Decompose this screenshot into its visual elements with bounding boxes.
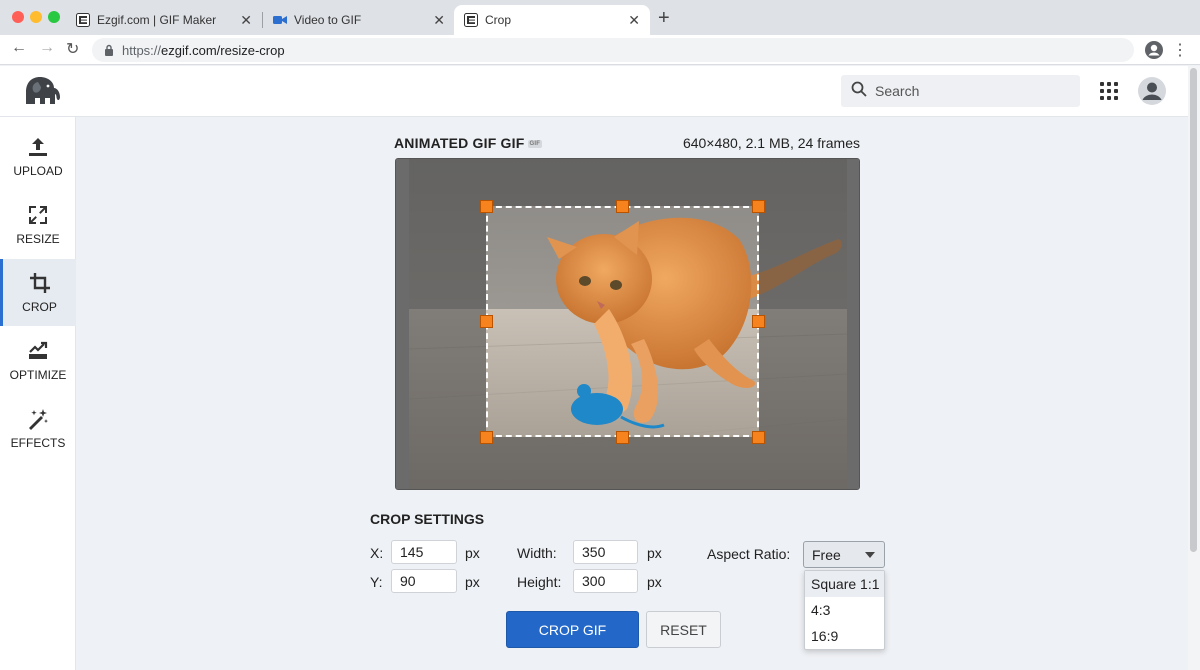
close-icon[interactable]: ✕ [628,12,640,29]
width-input[interactable] [573,540,638,564]
height-input[interactable] [573,569,638,593]
user-avatar-icon[interactable] [1137,76,1167,106]
crop-handle-top-left[interactable] [480,200,493,213]
browser-tab-video-to-gif[interactable]: Video to GIF ✕ [263,5,455,35]
sidebar-item-resize[interactable]: RESIZE [0,191,76,258]
upload-icon [26,135,50,159]
sidebar-item-label: EFFECTS [10,436,66,450]
aspect-option-16-9[interactable]: 16:9 [805,623,884,649]
resize-icon [26,203,50,227]
ezgif-favicon-icon [464,13,478,27]
crop-dim-overlay [759,206,859,437]
sidebar-item-optimize[interactable]: OPTIMIZE [0,327,76,394]
browser-menu-icon[interactable]: ⋮ [1172,40,1188,60]
aspect-ratio-label: Aspect Ratio: [707,546,791,562]
url-protocol: https:// [122,42,162,58]
tab-title: Ezgif.com | GIF Maker [97,13,217,27]
forward-arrow-icon[interactable]: → [39,39,55,57]
sidebar-item-label: CROP [22,300,57,314]
gif-badge: GIF [527,140,543,149]
browser-toolbar: ← → ↻ https://ezgif.com/resize-crop ⋮ [0,35,1200,65]
crop-handle-left[interactable] [480,315,493,328]
back-arrow-icon[interactable]: ← [11,39,27,57]
window-maximize-button[interactable] [48,11,60,23]
gif-preview-canvas[interactable] [395,158,860,490]
optimize-icon [26,339,50,363]
crop-selection-box[interactable] [486,206,759,437]
width-label: Width: [517,545,557,561]
height-label: Height: [517,574,562,590]
chevron-down-icon [865,552,875,558]
tool-sidebar: UPLOAD RESIZE CROP OPTIMIZE EFFECTS [0,117,76,670]
browser-profile-icon[interactable] [1144,40,1164,60]
address-bar[interactable]: https://ezgif.com/resize-crop [92,38,1134,62]
width-unit: px [647,545,662,561]
browser-tab-crop[interactable]: Crop ✕ [454,5,650,35]
sidebar-item-label: UPLOAD [13,164,63,178]
x-input[interactable] [391,540,457,564]
sidebar-item-crop[interactable]: CROP [0,259,76,326]
crop-gif-button[interactable]: CROP GIF [506,611,639,648]
search-box[interactable] [841,75,1080,107]
browser-tab-bar: Ezgif.com | GIF Maker ✕ Video to GIF ✕ C… [0,0,1200,35]
effects-icon [26,407,50,431]
y-label: Y: [370,574,383,590]
preview-title-text: ANIMATED GIF GIF [394,135,525,151]
aspect-ratio-value: Free [812,546,841,563]
sidebar-item-label: OPTIMIZE [9,368,67,382]
crop-handle-bottom[interactable] [616,431,629,444]
aspect-ratio-select[interactable]: Free [803,541,885,568]
video-favicon-icon [273,13,287,27]
aspect-option-4-3[interactable]: 4:3 [805,597,884,623]
window-close-button[interactable] [12,11,24,23]
crop-handle-bottom-left[interactable] [480,431,493,444]
crop-settings-title: CROP SETTINGS [370,511,485,527]
x-label: X: [370,545,384,561]
preview-title: ANIMATED GIF GIF GIF [394,135,543,151]
aspect-ratio-dropdown: Square 1:1 4:3 16:9 [804,570,885,650]
crop-dim-overlay [396,206,486,437]
crop-icon [28,271,52,295]
elephant-logo-icon[interactable] [18,74,62,108]
close-icon[interactable]: ✕ [240,12,252,29]
height-unit: px [647,574,662,590]
sidebar-item-label: RESIZE [16,232,60,246]
window-minimize-button[interactable] [30,11,42,23]
sidebar-item-upload[interactable]: UPLOAD [0,123,76,190]
gif-meta-info: 640×480, 2.1 MB, 24 frames [682,135,860,151]
browser-tab-gif-maker[interactable]: Ezgif.com | GIF Maker ✕ [66,5,262,35]
ezgif-favicon-icon [76,13,90,27]
sidebar-item-effects[interactable]: EFFECTS [0,395,76,462]
y-unit: px [465,574,480,590]
app-header [0,66,1188,117]
crop-handle-right[interactable] [752,315,765,328]
new-tab-plus-icon[interactable]: + [658,7,670,30]
crop-dim-overlay [396,159,859,206]
close-icon[interactable]: ✕ [433,12,445,29]
crop-dim-overlay [396,437,859,489]
crop-handle-bottom-right[interactable] [752,431,765,444]
url-host: ezgif.com/resize-crop [161,42,285,58]
y-input[interactable] [391,569,457,593]
crop-handle-top-right[interactable] [752,200,765,213]
search-icon [851,81,867,102]
tab-title: Crop [485,13,512,27]
apps-grid-icon[interactable] [1100,82,1118,100]
aspect-option-square[interactable]: Square 1:1 [805,571,884,597]
scrollbar-thumb[interactable] [1190,68,1197,552]
crop-handle-top[interactable] [616,200,629,213]
tab-title: Video to GIF [294,13,362,27]
reload-icon[interactable]: ↻ [66,39,79,59]
reset-button[interactable]: RESET [646,611,721,648]
search-input[interactable] [875,83,1065,99]
x-unit: px [465,545,480,561]
lock-icon [104,44,114,56]
